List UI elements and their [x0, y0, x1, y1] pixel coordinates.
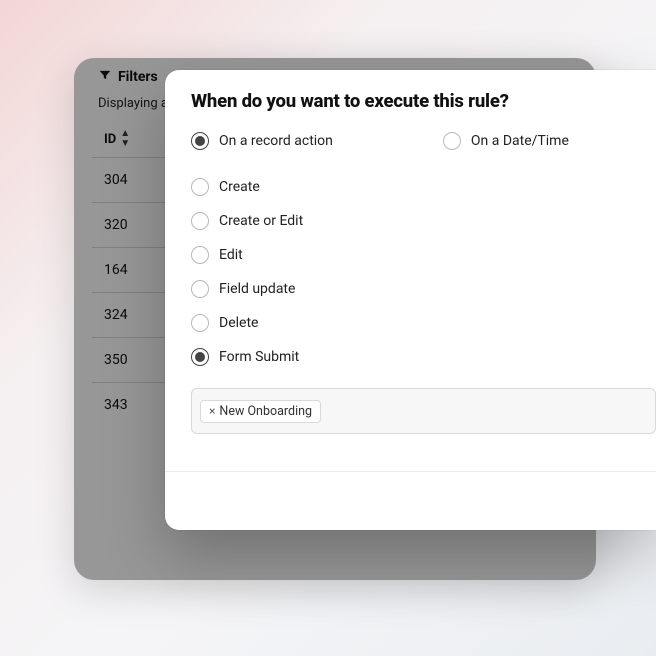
filter-icon [98, 68, 112, 86]
radio-datetime[interactable]: On a Date/Time [443, 132, 569, 150]
form-select-input[interactable]: × New Onboarding [191, 388, 656, 434]
radio-icon [191, 178, 209, 196]
cell-id: 350 [104, 352, 128, 368]
cell-id: 343 [104, 397, 128, 413]
radio-label: On a Date/Time [471, 133, 569, 149]
divider [165, 471, 656, 472]
cell-id: 320 [104, 217, 128, 233]
radio-label: Edit [219, 247, 243, 263]
radio-label: Create or Edit [219, 213, 303, 229]
radio-icon [191, 132, 209, 150]
column-id-label: ID [104, 132, 116, 147]
radio-icon [191, 212, 209, 230]
cell-id: 304 [104, 172, 128, 188]
radio-record-action[interactable]: On a record action [191, 132, 333, 150]
radio-field-update[interactable]: Field update [191, 280, 656, 298]
selected-tag[interactable]: × New Onboarding [200, 400, 321, 423]
trigger-type-group: On a record action On a Date/Time [191, 132, 656, 150]
filters-label[interactable]: Filters [118, 69, 158, 85]
action-type-group: Create Create or Edit Edit Field update … [191, 178, 656, 366]
sort-icon[interactable]: ▲▼ [120, 129, 130, 149]
radio-label: On a record action [219, 133, 333, 149]
cell-id: 324 [104, 307, 128, 323]
radio-label: Delete [219, 315, 258, 331]
radio-icon [191, 280, 209, 298]
radio-create[interactable]: Create [191, 178, 656, 196]
radio-edit[interactable]: Edit [191, 246, 656, 264]
radio-label: Field update [219, 281, 295, 297]
radio-icon [191, 348, 209, 366]
radio-icon [191, 314, 209, 332]
close-icon[interactable]: × [209, 404, 215, 418]
radio-label: Form Submit [219, 349, 299, 365]
modal-title: When do you want to execute this rule? [191, 90, 656, 112]
rule-trigger-modal: When do you want to execute this rule? O… [165, 70, 656, 530]
radio-create-or-edit[interactable]: Create or Edit [191, 212, 656, 230]
cell-id: 164 [104, 262, 128, 278]
radio-icon [191, 246, 209, 264]
radio-form-submit[interactable]: Form Submit [191, 348, 656, 366]
tag-label: New Onboarding [219, 404, 312, 419]
radio-label: Create [219, 179, 260, 195]
radio-delete[interactable]: Delete [191, 314, 656, 332]
radio-icon [443, 132, 461, 150]
